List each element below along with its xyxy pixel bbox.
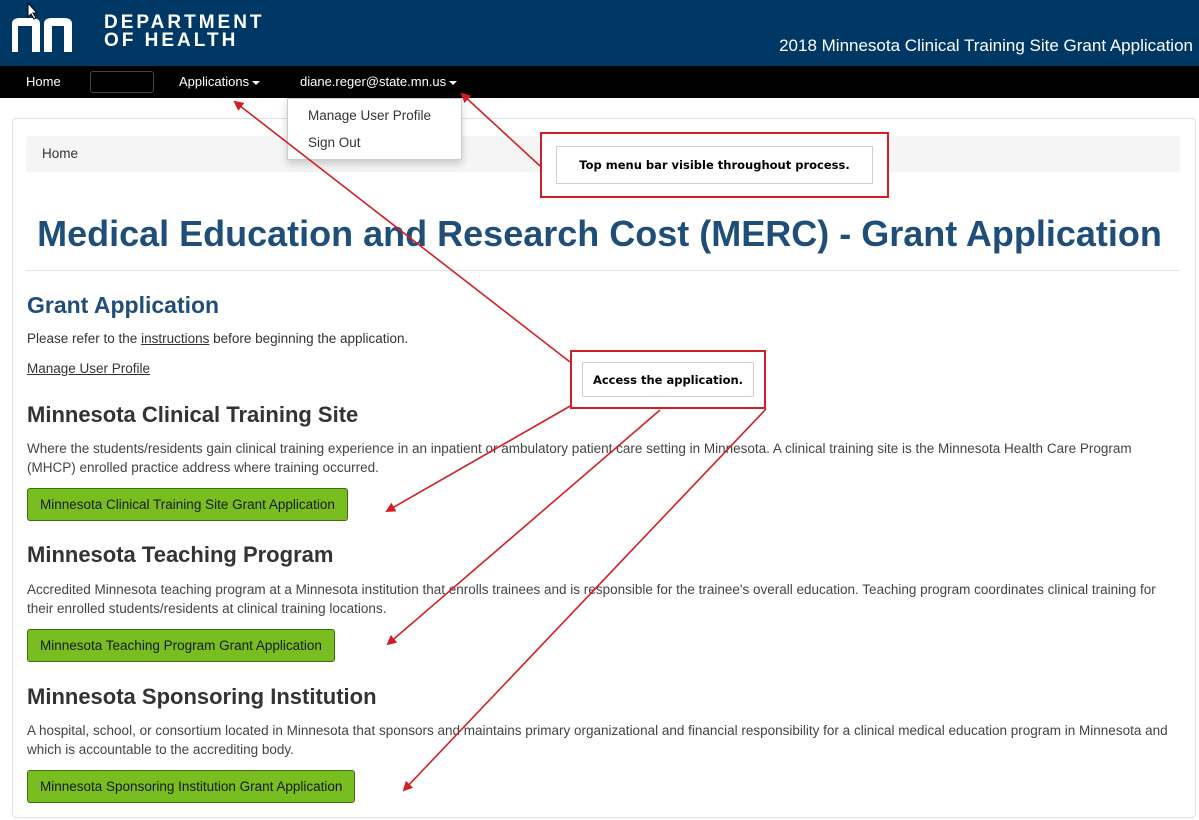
mouse-cursor-icon	[27, 2, 39, 20]
annotation-callout-access: Access the application.	[570, 350, 766, 409]
clinical-training-site-application-button[interactable]: Minnesota Clinical Training Site Grant A…	[27, 488, 348, 521]
site-header: DEPARTMENT OF HEALTH 2018 Minnesota Clin…	[0, 0, 1199, 66]
section-heading-teaching-program: Minnesota Teaching Program	[27, 542, 334, 567]
menu-item-manage-user-profile[interactable]: Manage User Profile	[308, 108, 431, 123]
caret-down-icon	[449, 80, 458, 85]
section-heading-sponsoring-institution: Minnesota Sponsoring Institution	[27, 684, 377, 709]
annotation-text-top-menu: Top menu bar visible throughout process.	[556, 146, 873, 184]
nav-home[interactable]: Home	[26, 66, 61, 98]
redacted-nav-item	[90, 71, 154, 93]
section-description-teaching-program: Accredited Minnesota teaching program at…	[27, 582, 1156, 616]
section-description-sponsoring-institution: A hospital, school, or consortium locate…	[27, 723, 1168, 757]
nav-applications-menu[interactable]: Applications	[179, 66, 261, 98]
section-heading-clinical-training-site: Minnesota Clinical Training Site	[27, 402, 359, 427]
nav-user-menu[interactable]: diane.reger@state.mn.us	[300, 66, 458, 98]
menu-item-sign-out[interactable]: Sign Out	[308, 135, 361, 150]
nav-applications-label: Applications	[179, 74, 250, 89]
department-of-health-logo: DEPARTMENT OF HEALTH	[104, 12, 265, 51]
mn-logo-icon	[12, 18, 72, 52]
instructions-text: Please refer to the instructions before …	[27, 331, 409, 346]
application-title: 2018 Minnesota Clinical Training Site Gr…	[779, 36, 1193, 55]
grant-application-heading: Grant Application	[27, 292, 220, 318]
caret-down-icon	[252, 80, 261, 85]
divider	[26, 270, 1180, 271]
user-dropdown-menu: Manage User Profile Sign Out	[287, 98, 462, 160]
breadcrumb-home[interactable]: Home	[42, 146, 78, 161]
manage-user-profile-link[interactable]: Manage User Profile	[27, 361, 150, 376]
nav-user-label: diane.reger@state.mn.us	[300, 74, 447, 89]
teaching-program-application-button[interactable]: Minnesota Teaching Program Grant Applica…	[27, 629, 335, 662]
page-title: Medical Education and Research Cost (MER…	[37, 213, 1162, 254]
sponsoring-institution-application-button[interactable]: Minnesota Sponsoring Institution Grant A…	[27, 770, 356, 803]
annotation-text-access: Access the application.	[582, 362, 754, 397]
top-menu-bar: Home Applications diane.reger@state.mn.u…	[0, 66, 1199, 98]
instructions-link[interactable]: instructions	[141, 331, 209, 346]
section-description-clinical-training-site: Where the students/residents gain clinic…	[27, 441, 1132, 475]
annotation-callout-top-menu: Top menu bar visible throughout process.	[540, 132, 889, 198]
